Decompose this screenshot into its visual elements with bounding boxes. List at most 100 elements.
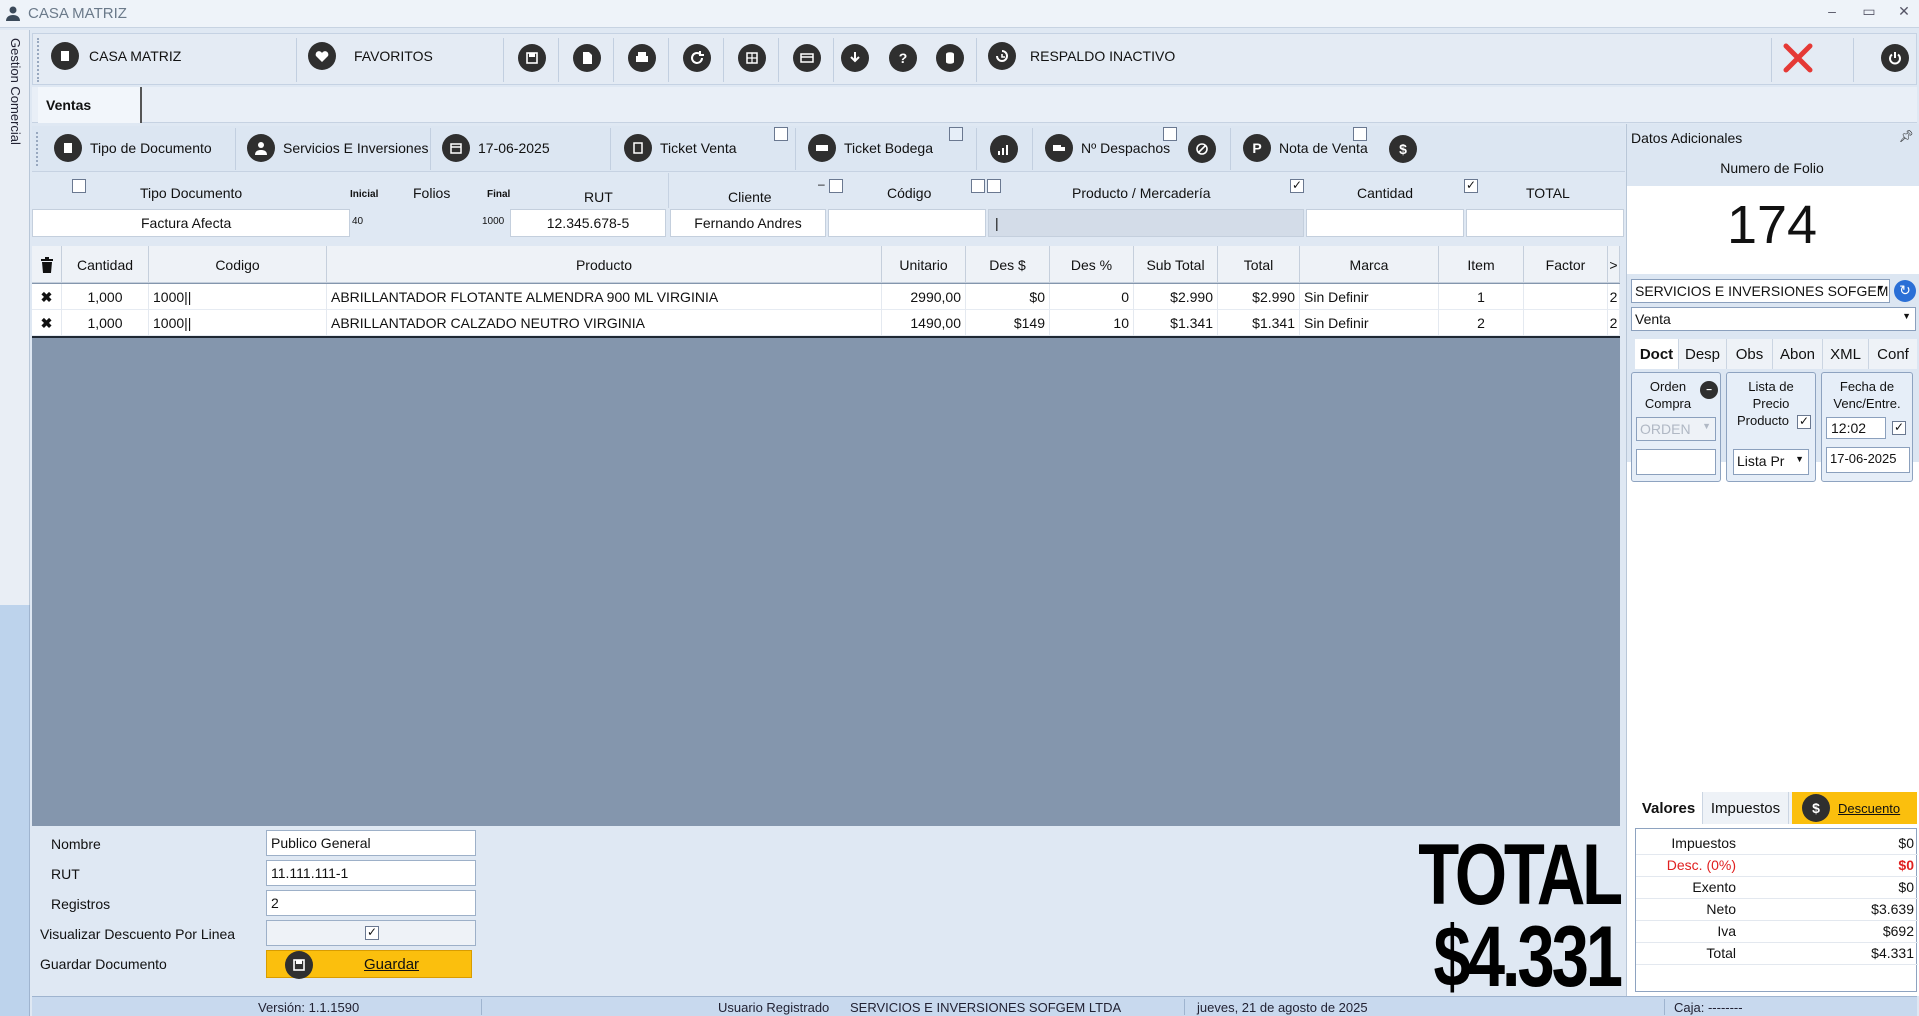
- tipo-documento-checkbox[interactable]: [72, 179, 86, 193]
- tab-desp[interactable]: Desp: [1679, 339, 1727, 369]
- lista-precio-checkbox[interactable]: ✓: [1797, 415, 1811, 429]
- col-more[interactable]: >: [1608, 246, 1620, 283]
- despachos-checkbox[interactable]: [1163, 127, 1177, 141]
- side-panel-tab[interactable]: Gestion Comercial: [0, 30, 30, 605]
- col-des-monto[interactable]: Des $: [966, 246, 1050, 283]
- minus-icon[interactable]: −: [1700, 381, 1718, 399]
- refresh-icon[interactable]: ↻: [1894, 280, 1916, 302]
- registros-input[interactable]: 2: [266, 890, 476, 916]
- visualizar-descuento-checkbox[interactable]: ✓: [365, 926, 379, 940]
- tipo-documento-button[interactable]: Tipo de Documento: [54, 134, 212, 162]
- fecha-venc-checkbox[interactable]: ✓: [1892, 421, 1906, 435]
- cell-cantidad[interactable]: 1,000: [62, 284, 149, 310]
- delete-all-icon[interactable]: [32, 246, 62, 283]
- cell-codigo[interactable]: 1000||: [149, 284, 327, 310]
- maximize-button[interactable]: ▭: [1858, 3, 1880, 23]
- cell-cantidad[interactable]: 1,000: [62, 310, 149, 336]
- despachos-button[interactable]: Nº Despachos: [1045, 134, 1170, 162]
- cliente-field[interactable]: Fernando Andres: [670, 209, 826, 237]
- cell-marca[interactable]: Sin Definir: [1300, 310, 1439, 336]
- cell-factor[interactable]: [1524, 284, 1608, 310]
- spreadsheet-icon[interactable]: [738, 44, 766, 72]
- tab-impuestos[interactable]: Impuestos: [1703, 792, 1789, 824]
- close-sale-icon[interactable]: [1780, 40, 1816, 76]
- table-row[interactable]: ✖ 1,000 1000|| ABRILLANTADOR CALZADO NEU…: [32, 310, 1620, 336]
- orden-input[interactable]: [1636, 449, 1716, 475]
- rut-field[interactable]: 12.345.678-5: [510, 209, 666, 237]
- nota-venta-checkbox[interactable]: [1353, 127, 1367, 141]
- total-field[interactable]: [1466, 209, 1624, 237]
- tab-descuento[interactable]: $ Descuento: [1792, 792, 1917, 824]
- col-marca[interactable]: Marca: [1300, 246, 1439, 283]
- col-subtotal[interactable]: Sub Total: [1134, 246, 1218, 283]
- cell-codigo[interactable]: 1000||: [149, 310, 327, 336]
- lista-precio-combo[interactable]: Lista Pr ▼: [1733, 449, 1809, 475]
- cell-producto[interactable]: ABRILLANTADOR FLOTANTE ALMENDRA 900 ML V…: [327, 284, 882, 310]
- tab-doct[interactable]: Doct: [1635, 339, 1679, 369]
- minimize-button[interactable]: –: [1821, 3, 1843, 23]
- signal-icon[interactable]: [990, 135, 1018, 163]
- ticket-venta-checkbox[interactable]: [774, 127, 788, 141]
- col-codigo[interactable]: Codigo: [149, 246, 327, 283]
- col-producto[interactable]: Producto: [327, 246, 882, 283]
- cantidad-field[interactable]: [1306, 209, 1464, 237]
- delete-row-icon[interactable]: ✖: [32, 310, 62, 336]
- cell-des-monto[interactable]: $0: [966, 284, 1050, 310]
- producto-checkbox[interactable]: ✓: [1290, 179, 1304, 193]
- cell-marca[interactable]: Sin Definir: [1300, 284, 1439, 310]
- cell-factor[interactable]: [1524, 310, 1608, 336]
- database-icon[interactable]: [936, 44, 964, 72]
- col-unitario[interactable]: Unitario: [882, 246, 966, 283]
- guardar-button[interactable]: Guardar: [266, 950, 472, 979]
- tab-xml[interactable]: XML: [1823, 339, 1869, 369]
- card-icon[interactable]: [793, 44, 821, 72]
- cell-producto[interactable]: ABRILLANTADOR CALZADO NEUTRO VIRGINIA: [327, 310, 882, 336]
- cell-des-monto[interactable]: $149: [966, 310, 1050, 336]
- cell-des-pct[interactable]: 10: [1050, 310, 1134, 336]
- tab-ventas[interactable]: Ventas: [38, 87, 142, 123]
- codigo-checkbox-a[interactable]: [971, 179, 985, 193]
- orden-combo[interactable]: ORDEN ▼: [1636, 417, 1716, 441]
- empresa-combo[interactable]: SERVICIOS E INVERSIONES SOFGEM ▼: [1631, 279, 1890, 303]
- ticket-bodega-button[interactable]: Ticket Bodega: [808, 134, 933, 162]
- download-icon[interactable]: [841, 44, 869, 72]
- producto-field[interactable]: |: [988, 209, 1304, 237]
- close-window-button[interactable]: ✕: [1893, 3, 1915, 23]
- power-icon[interactable]: [1881, 44, 1909, 72]
- fecha-venc-input[interactable]: 17-06-2025: [1826, 447, 1910, 473]
- cantidad-checkbox[interactable]: ✓: [1464, 179, 1478, 193]
- favoritos-button[interactable]: FAVORITOS: [308, 42, 433, 70]
- casa-matriz-button[interactable]: CASA MATRIZ: [51, 42, 181, 70]
- col-des-pct[interactable]: Des %: [1050, 246, 1134, 283]
- refresh-icon[interactable]: [683, 44, 711, 72]
- cliente-button[interactable]: Servicios E Inversiones: [247, 134, 429, 162]
- cell-unitario[interactable]: 2990,00: [882, 284, 966, 310]
- tipo-combo[interactable]: Venta ▼: [1631, 307, 1916, 331]
- col-factor[interactable]: Factor: [1524, 246, 1608, 283]
- hora-input[interactable]: 12:02: [1826, 417, 1886, 439]
- tab-obs[interactable]: Obs: [1727, 339, 1773, 369]
- col-cantidad[interactable]: Cantidad: [62, 246, 149, 283]
- tab-valores[interactable]: Valores: [1635, 792, 1703, 824]
- rut-input[interactable]: 11.111.111-1: [266, 860, 476, 886]
- cell-unitario[interactable]: 1490,00: [882, 310, 966, 336]
- table-row[interactable]: ✖ 1,000 1000|| ABRILLANTADOR FLOTANTE AL…: [32, 284, 1620, 310]
- cell-des-pct[interactable]: 0: [1050, 284, 1134, 310]
- nota-venta-button[interactable]: P Nota de Venta: [1243, 134, 1368, 162]
- tab-conf[interactable]: Conf: [1869, 339, 1917, 369]
- print-icon[interactable]: [628, 44, 656, 72]
- dollar-icon[interactable]: $: [1389, 135, 1417, 163]
- cliente-checkbox[interactable]: [829, 179, 843, 193]
- delete-row-icon[interactable]: ✖: [32, 284, 62, 310]
- respaldo-button[interactable]: RESPALDO INACTIVO: [988, 42, 1175, 70]
- codigo-checkbox-b[interactable]: [987, 179, 1001, 193]
- codigo-field[interactable]: [828, 209, 986, 237]
- tipo-documento-field[interactable]: Factura Afecta: [32, 209, 350, 237]
- ticket-venta-button[interactable]: Ticket Venta: [624, 134, 737, 162]
- fecha-button[interactable]: 17-06-2025: [442, 134, 550, 162]
- folio-inicial-field[interactable]: 40: [352, 216, 363, 227]
- col-total[interactable]: Total: [1218, 246, 1300, 283]
- tab-abon[interactable]: Abon: [1773, 339, 1823, 369]
- folio-final-field[interactable]: 1000: [482, 216, 504, 227]
- cancel-icon[interactable]: [1188, 135, 1216, 163]
